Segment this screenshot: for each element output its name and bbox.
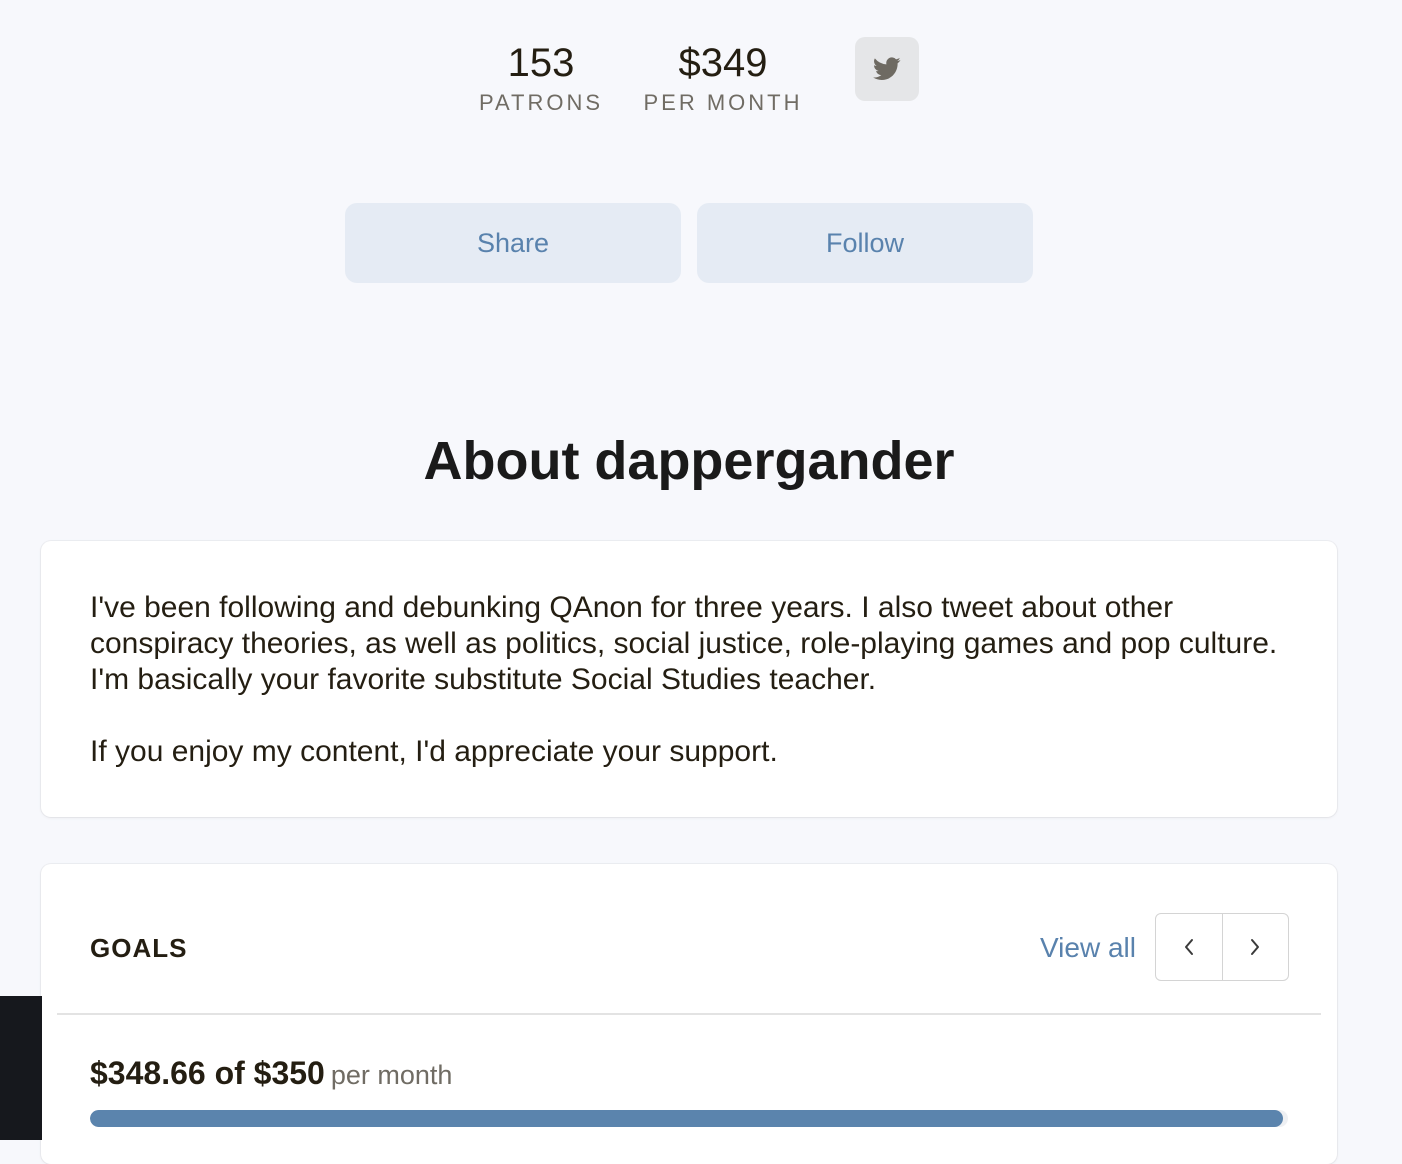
follow-button[interactable]: Follow — [697, 203, 1033, 283]
share-button[interactable]: Share — [345, 203, 681, 283]
monthly-earnings-label: PER MONTH — [643, 90, 803, 115]
goals-divider — [57, 1013, 1321, 1015]
about-card: I've been following and debunking QAnon … — [41, 541, 1337, 817]
goals-card: GOALS View all $348.66 of $350 per month — [41, 864, 1337, 1164]
patron-count-label: PATRONS — [478, 90, 604, 115]
goal-amount: $348.66 of $350 per month — [90, 1054, 452, 1099]
twitter-link-button[interactable] — [855, 37, 919, 101]
goals-pager — [1155, 913, 1289, 981]
goals-heading: GOALS — [90, 933, 188, 963]
previous-goal-button[interactable] — [1156, 914, 1222, 980]
about-support-note: If you enjoy my content, I'd appreciate … — [90, 735, 778, 768]
about-heading: About dappergander — [423, 431, 955, 491]
dark-side-panel — [0, 996, 42, 1140]
next-goal-button[interactable] — [1221, 914, 1289, 980]
goal-amount-value: $348.66 of $350 — [90, 1055, 325, 1091]
goal-period: per month — [330, 1060, 453, 1090]
goal-progress-fill — [90, 1110, 1284, 1127]
patron-count-value: 153 — [507, 41, 575, 85]
chevron-right-icon — [1251, 939, 1260, 955]
patron-count-stat: 153 PATRONS — [470, 40, 612, 116]
about-description: I've been following and debunking QAnon … — [90, 591, 1278, 696]
view-all-goals-link[interactable]: View all — [1040, 930, 1136, 966]
monthly-earnings-stat: $349 PER MONTH — [636, 40, 810, 116]
monthly-earnings-value: $349 — [678, 41, 768, 85]
chevron-left-icon — [1184, 939, 1193, 955]
twitter-icon — [873, 57, 901, 80]
goal-progress-bar — [90, 1110, 1288, 1127]
